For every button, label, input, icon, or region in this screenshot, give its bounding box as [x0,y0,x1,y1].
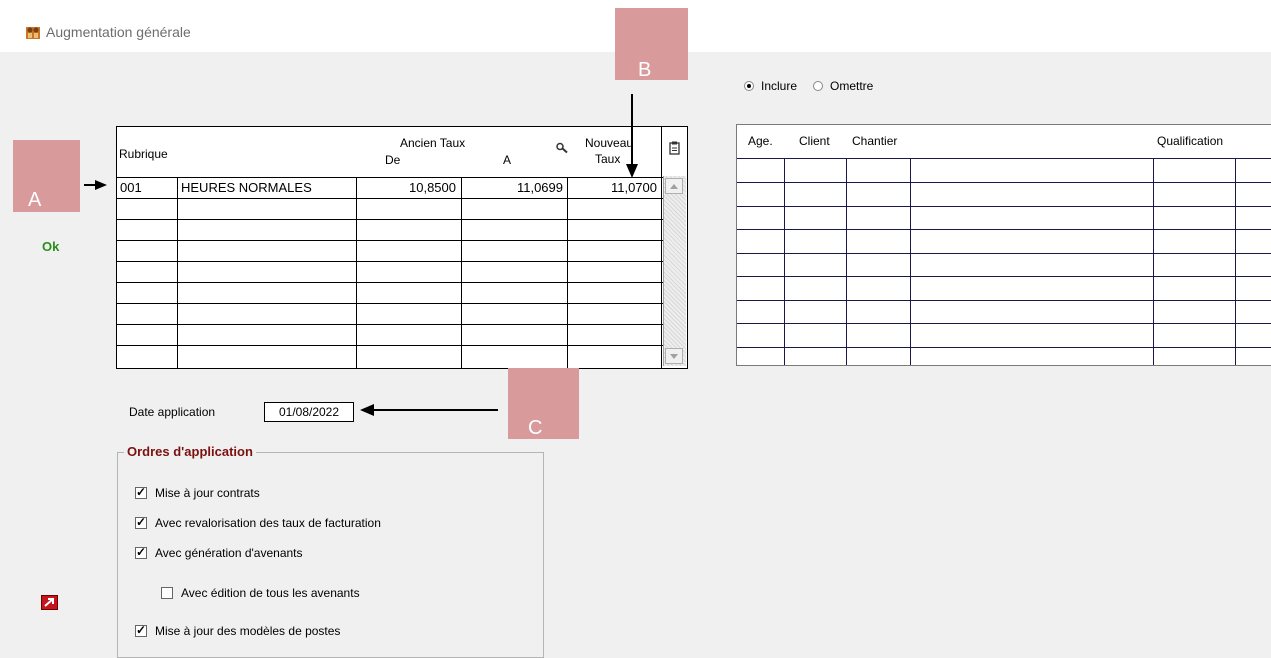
grid-line [737,276,1271,277]
date-application-label: Date application [129,405,216,419]
header-ancien-taux: Ancien Taux [400,136,466,150]
callout-c-label: C [528,417,543,439]
grid-line [356,177,357,368]
option-label: Mise à jour des modèles de postes [155,624,341,638]
option-label: Avec revalorisation des taux de facturat… [155,516,381,530]
row-label[interactable]: HEURES NORMALES [181,180,312,195]
grid-line [737,300,1271,301]
grid-line [1153,158,1154,365]
window-title: Augmentation générale [46,24,191,40]
option-label: Avec génération d'avenants [155,546,303,560]
people-icon [26,27,40,39]
grid-line [737,182,1271,183]
grid-line [117,261,663,262]
grid-line [177,177,178,368]
header-age: Age. [748,134,773,148]
scroll-down-button[interactable] [665,348,683,364]
callout-a-label: A [28,189,42,211]
grid-line [117,324,663,325]
orders-title: Ordres d'application [124,444,256,459]
scroll-up-button[interactable] [665,178,683,194]
option-label: Avec édition de tous les avenants [181,586,360,600]
header-client: Client [799,134,830,148]
grid-line [784,158,785,365]
row-code[interactable]: 001 [120,180,142,195]
header-qualification: Qualification [1157,134,1224,148]
callout-a: A [13,140,80,212]
grid-line [661,126,662,368]
header-nouveau: Nouveau [585,136,634,150]
exit-arrow-icon[interactable] [41,595,58,610]
checkbox[interactable] [135,515,147,529]
option-generation-avenants[interactable]: Avec génération d'avenants [135,545,303,560]
grid-line [117,198,663,199]
callout-b-label: B [638,59,652,81]
chevron-down-icon [670,353,678,359]
arrow-left-icon [360,404,374,416]
grid-line [117,345,663,346]
grid-line [737,347,1271,348]
row-de[interactable]: 10,8500 [358,180,456,195]
callout-b: B [615,8,688,81]
header-chantier: Chantier [852,134,898,148]
grid-line [910,158,911,365]
row-a[interactable]: 11,0699 [463,180,563,195]
grid-line [737,206,1271,207]
omettre-radio[interactable] [813,81,823,91]
grid-scrollbar[interactable] [663,176,686,366]
arrow-right-icon [95,180,107,190]
inclure-option[interactable]: Inclure [744,79,797,93]
option-mise-a-jour-contrats[interactable]: Mise à jour contrats [135,485,260,500]
checkbox[interactable] [161,587,173,599]
grid-line [737,158,1271,159]
row-nouveau[interactable]: 11,0700 [569,180,657,195]
inclure-label: Inclure [761,79,798,93]
grid-line [737,323,1271,324]
grid-line [117,282,663,283]
omettre-option[interactable]: Omettre [813,79,873,93]
checkbox[interactable] [135,545,147,559]
grid-line [1235,158,1236,365]
search-icon[interactable] [555,142,569,154]
grid-line [737,229,1271,230]
ok-button[interactable]: Ok [42,239,59,254]
inclure-radio[interactable] [744,81,754,91]
callout-c-arrow [374,409,498,411]
header-de: De [385,153,401,167]
clipboard-icon[interactable] [669,141,680,155]
callout-c: C [508,368,579,439]
grid-line [117,177,663,178]
grid-line [117,240,663,241]
grid-line [117,219,663,220]
option-modeles-postes[interactable]: Mise à jour des modèles de postes [135,623,341,638]
grid-line [737,253,1271,254]
chantier-grid [736,124,1271,366]
checkbox[interactable] [135,485,147,499]
option-edition-avenants[interactable]: Avec édition de tous les avenants [161,586,360,600]
grid-line [461,177,462,368]
header-rubrique: Rubrique [119,147,168,161]
callout-b-arrow [631,94,633,166]
option-revalorisation[interactable]: Avec revalorisation des taux de facturat… [135,515,381,530]
grid-line [567,177,568,368]
grid-line [846,158,847,365]
arrow-down-icon [626,164,638,178]
date-application-field[interactable]: 01/08/2022 [264,402,354,422]
chevron-up-icon [670,183,678,189]
option-label: Mise à jour contrats [155,486,260,500]
header-taux: Taux [595,152,621,166]
omettre-label: Omettre [830,79,874,93]
grid-line [117,303,663,304]
header-a: A [503,153,512,167]
checkbox[interactable] [135,623,147,637]
